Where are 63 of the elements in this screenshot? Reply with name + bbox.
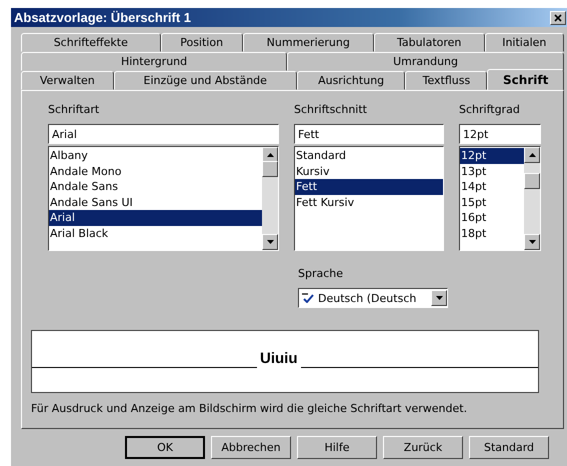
list-item[interactable]: 18pt <box>460 226 524 241</box>
list-item[interactable]: Fett <box>295 179 443 194</box>
close-button[interactable] <box>550 10 566 24</box>
info-text: Für Ausdruck und Anzeige am Bildschirm wird die gleiche Schriftart verwendet. <box>31 402 468 415</box>
text-field[interactable]: Arial <box>48 124 279 144</box>
list-item[interactable]: Andale Mono <box>49 164 262 179</box>
list-item[interactable]: Albany <box>49 148 262 164</box>
list-item[interactable]: 14pt <box>460 179 524 194</box>
scroll-thumb[interactable] <box>524 173 540 189</box>
list-item[interactable]: 13pt <box>460 164 524 179</box>
list-item[interactable]: Arial Black <box>49 226 262 241</box>
tab[interactable]: Textfluss <box>405 71 488 90</box>
list-item[interactable]: Standard <box>295 148 443 164</box>
dialog-button[interactable]: Standard <box>469 436 549 459</box>
close-icon <box>554 14 562 22</box>
scroll-down-button[interactable] <box>524 234 540 250</box>
scroll-down-button[interactable] <box>431 290 447 306</box>
list-box[interactable]: Albany Andale Mono Andale Sans Andale Sans UI Arial Arial Black <box>48 146 279 251</box>
list-item[interactable]: Andale Sans <box>49 179 262 194</box>
up-arrow-icon <box>266 153 274 157</box>
dialog-button[interactable]: OK <box>125 436 205 459</box>
list-box[interactable]: 12pt 13pt 14pt 15pt 16pt 18pt <box>459 146 541 251</box>
scroll-thumb[interactable] <box>262 161 278 177</box>
up-arrow-icon <box>528 153 536 157</box>
field-label: Schriftschnitt <box>294 103 368 117</box>
down-arrow-icon <box>528 240 536 244</box>
down-arrow-icon <box>266 240 274 244</box>
list-item[interactable]: 12pt <box>460 148 524 164</box>
list-item[interactable]: Andale Sans UI <box>49 194 262 210</box>
field-label: Schriftgrad <box>459 103 521 117</box>
field-label: Schriftart <box>48 103 100 117</box>
tab[interactable]: Schrifteffekte <box>21 33 161 52</box>
tab[interactable]: Verwalten <box>21 71 114 90</box>
list-item[interactable]: 16pt <box>460 210 524 226</box>
dialog-button[interactable]: Abbrechen <box>211 436 291 459</box>
down-arrow-icon <box>436 296 442 300</box>
tab[interactable]: Schrift <box>487 69 564 90</box>
text-field[interactable]: Fett <box>294 124 444 144</box>
tab[interactable]: Ausrichtung <box>296 71 406 90</box>
preview-text: Uiuiu <box>257 350 300 368</box>
dialog-button[interactable]: Hilfe <box>297 436 377 459</box>
spellcheck-icon <box>302 293 314 303</box>
list-item[interactable]: Fett Kursiv <box>295 194 443 210</box>
list-box[interactable]: Standard Kursiv Fett Fett Kursiv <box>294 146 444 251</box>
list-item[interactable]: 15pt <box>460 194 524 210</box>
list-item[interactable]: Kursiv <box>295 164 443 179</box>
tab[interactable]: Hintergrund <box>21 52 288 71</box>
tab[interactable]: Tabulatoren <box>374 33 485 52</box>
tab[interactable]: Initialen <box>484 33 564 52</box>
scrollbar[interactable] <box>524 147 540 250</box>
scroll-down-button[interactable] <box>262 234 278 250</box>
scroll-up-button[interactable] <box>524 147 540 163</box>
window-title: Absatzvorlage: Überschrift 1 <box>14 10 191 25</box>
language-dropdown[interactable]: Deutsch (Deutsch <box>298 288 448 308</box>
tab[interactable]: Umrandung <box>287 52 564 71</box>
list-item[interactable]: Arial <box>49 210 262 226</box>
text-field[interactable]: 12pt <box>459 124 541 144</box>
tab[interactable]: Position <box>160 33 243 52</box>
dialog-button[interactable]: Zurück <box>383 436 463 459</box>
field-label: Sprache <box>298 267 344 281</box>
tab[interactable]: Einzüge und Abstände <box>114 71 297 90</box>
tab[interactable]: Nummerierung <box>242 33 374 52</box>
scrollbar[interactable] <box>262 147 278 250</box>
